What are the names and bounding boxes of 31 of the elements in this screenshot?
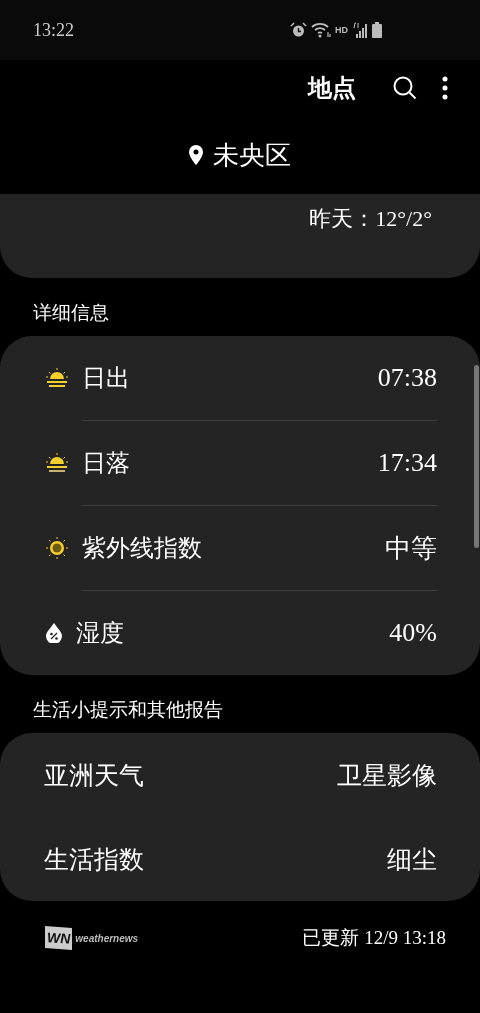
report-link[interactable]: 生活指数 细尘 — [44, 817, 437, 901]
updated-time: 已更新 12/9 13:18 — [302, 926, 446, 950]
sun-icon — [46, 537, 68, 559]
yesterday-temperature: 昨天：12°/2° — [309, 205, 432, 233]
sun-horizon-icon — [46, 453, 68, 473]
location-name: 未央区 — [213, 139, 291, 172]
section-heading: 生活小提示和其他报告 — [32, 698, 224, 722]
battery-icon — [372, 22, 382, 38]
detail-label: 日落 — [82, 449, 131, 478]
report-link[interactable]: 亚洲天气 卫星影像 — [44, 733, 437, 817]
detail-label: 日出 — [82, 364, 131, 393]
detail-value: 中等 — [385, 532, 437, 565]
logo-text: weathernews — [75, 932, 139, 944]
sun-horizon-icon — [46, 368, 68, 388]
detail-label: 紫外线指数 — [82, 534, 203, 563]
page-title: 地点 — [308, 74, 356, 103]
water-drop-icon — [46, 623, 62, 643]
logo-mark: WN — [45, 926, 73, 950]
detail-label: 湿度 — [76, 619, 125, 648]
scrollbar[interactable] — [474, 365, 479, 548]
detail-value: 17:34 — [377, 448, 437, 478]
location-pin-icon — [189, 145, 203, 165]
alarm-clock-icon — [290, 22, 307, 38]
wifi-icon — [311, 22, 331, 38]
network-label: HD — [335, 25, 348, 35]
signal-icon — [352, 22, 368, 38]
more-options-button[interactable] — [440, 74, 450, 102]
status-time: 13:22 — [33, 19, 74, 41]
detail-value: 40% — [389, 618, 437, 648]
section-heading: 详细信息 — [32, 301, 110, 325]
detail-value: 07:38 — [377, 363, 437, 393]
